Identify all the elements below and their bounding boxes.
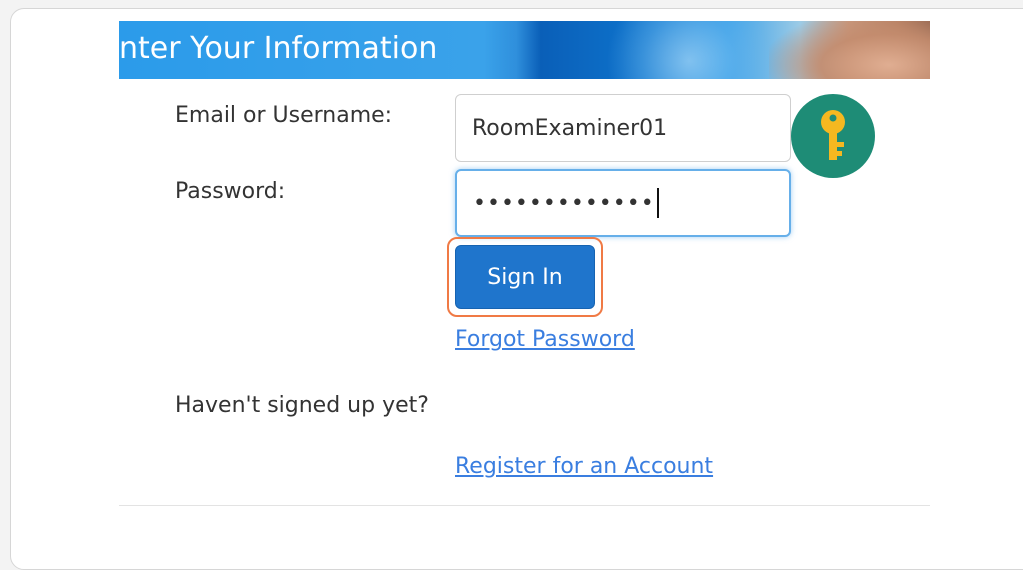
globe-graphic <box>589 21 789 79</box>
key-icon <box>791 94 875 178</box>
register-link[interactable]: Register for an Account <box>455 454 713 479</box>
email-field-value: RoomExaminer01 <box>472 115 668 141</box>
bottom-divider <box>119 505 930 506</box>
password-field-value: ••••••••••••• <box>473 190 655 216</box>
password-label: Password: <box>175 179 286 204</box>
header-banner: nter Your Information <box>119 21 930 79</box>
forgot-password-link[interactable]: Forgot Password <box>455 327 635 352</box>
signup-prompt: Haven't signed up yet? <box>175 393 429 418</box>
content-frame: nter Your Information Email or Username:… <box>10 8 1023 570</box>
banner-title: nter Your Information <box>119 31 438 66</box>
password-field[interactable]: ••••••••••••• <box>455 169 791 237</box>
hand-graphic <box>769 21 930 79</box>
sign-in-button[interactable]: Sign In <box>455 245 595 309</box>
email-label: Email or Username: <box>175 103 393 128</box>
text-caret <box>656 188 659 218</box>
email-field[interactable]: RoomExaminer01 <box>455 94 791 162</box>
